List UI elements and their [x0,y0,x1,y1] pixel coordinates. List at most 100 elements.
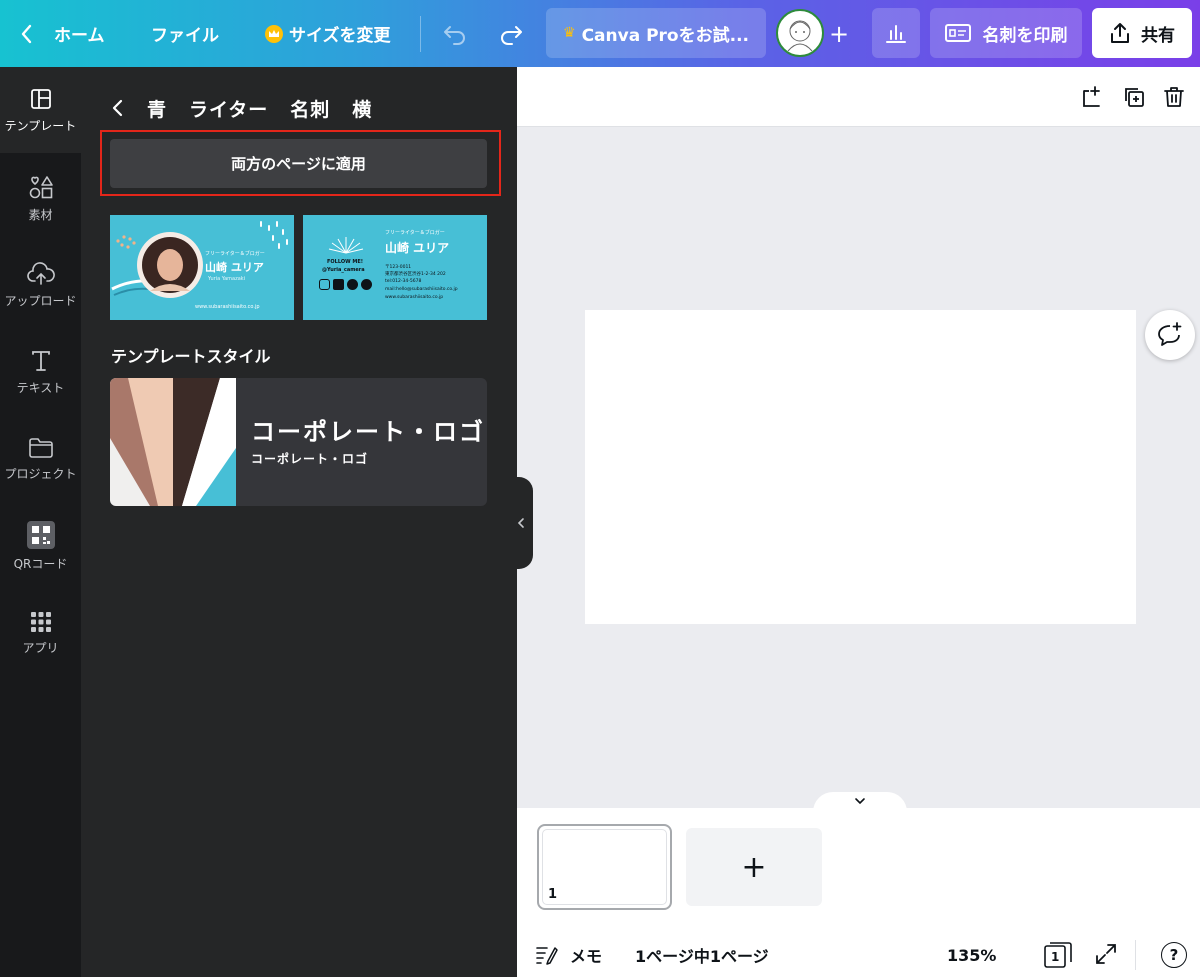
back-postal: 〒123-0011 [385,265,412,270]
page-count-badge: 1 [1051,950,1060,964]
front-name: 山崎 ユリア [205,261,264,274]
expand-icon [1096,944,1116,964]
resize-label: サイズを変更 [289,26,391,46]
twitter-icon [347,279,358,290]
breadcrumb-item: 横 [352,98,373,121]
undo-button[interactable] [442,0,468,67]
social-icons [319,279,372,290]
template-page-back[interactable]: FOLLOW ME! @Yuria_camera フリーライター＆ブロガー 山崎… [303,215,487,320]
rail-label: プロジェクト [4,466,77,481]
back-chevron-icon[interactable] [111,98,125,118]
template-page-front[interactable]: フリーライター＆ブロガー 山崎 ユリア Yuria Yamazaki www.s… [110,215,294,320]
page-toolbar [517,67,1200,127]
file-menu-button[interactable]: ファイル [151,0,219,67]
apps-icon [30,611,51,632]
design-page-canvas[interactable] [585,310,1136,624]
instagram-icon [319,279,330,290]
share-button[interactable]: 共有 [1092,8,1192,58]
zoom-level[interactable]: 135% [947,943,996,967]
collapse-panel-button[interactable] [509,477,533,569]
chevron-left-icon [517,518,524,528]
share-label: 共有 [1141,25,1175,46]
duplicate-page-icon[interactable] [1122,85,1146,109]
footer-divider [1135,940,1136,970]
delete-page-icon[interactable] [1162,85,1186,109]
expand-pages-toggle[interactable] [813,792,907,812]
undo-icon [444,25,465,45]
print-label: 名刺を印刷 [982,25,1068,46]
chevron-down-icon [855,798,865,805]
redo-icon [501,25,522,45]
template-style-card[interactable]: コーポレート・ロゴ コーポレート・ロゴ [110,378,487,506]
chevron-left-icon [21,24,32,43]
print-business-card-button[interactable]: 名刺を印刷 [930,8,1082,58]
qr-code-icon [26,520,55,549]
back-mail: mail:hello@subarashiisaito.co.jp [385,287,458,292]
home-label: ホーム [54,26,105,46]
help-icon: ? [1169,946,1179,964]
highlight-box: 両方のページに適用 [100,130,501,196]
notes-icon [536,947,558,965]
breadcrumb-item: 青 [147,98,168,121]
breadcrumb-item: ライター [189,98,269,121]
fullscreen-button[interactable] [1094,942,1118,966]
help-button[interactable]: ? [1161,942,1187,968]
top-bar: ホーム ファイル サイズを変更 ♛ Canva Proをお試... + 名刺を印… [0,0,1200,67]
redo-button[interactable] [498,0,524,67]
add-page-icon[interactable] [1080,85,1104,109]
page-thumbnail-number: 1 [548,887,558,902]
plus-icon: + [829,19,850,48]
front-romaji: Yuria Yamazaki [208,276,246,282]
add-collaborator-button[interactable]: + [829,0,849,67]
page-thumbnail-preview [542,829,667,905]
avatar-illustration [787,20,813,52]
home-button[interactable]: ホーム [20,0,105,67]
notes-button[interactable]: メモ [536,943,602,967]
template-icon [30,88,51,109]
back-name: 山崎 ユリア [385,241,450,255]
add-comment-button[interactable] [1145,310,1195,360]
add-page-button[interactable]: + [686,828,822,906]
pinterest-icon [361,279,372,290]
rail-label: アップロード [4,293,77,308]
template-panel: 青 ライター 名刺 横 両方のページに適用 フリーライター＆ブロガー 山崎 ユリ… [81,67,517,977]
rail-item-projects[interactable]: プロジェクト [0,416,81,502]
back-tel: tel:012-34-5678 [385,279,422,284]
back-handle: @Yuria_camera [322,267,365,273]
rail-label: 素材 [28,207,53,222]
pro-trial-button[interactable]: ♛ Canva Proをお試... [546,8,766,58]
facebook-icon [333,279,344,290]
style-preview-graphic [110,378,236,506]
bar-chart-icon [886,25,906,43]
rail-label: QRコード [13,556,68,571]
template-style-heading: テンプレートスタイル [111,347,271,366]
file-label: ファイル [151,26,219,46]
rail-label: テンプレート [4,118,77,133]
comment-plus-icon [1158,322,1182,346]
apply-to-both-pages-button[interactable]: 両方のページに適用 [110,139,487,188]
back-follow: FOLLOW ME! [327,259,364,265]
rail-item-template[interactable]: テンプレート [0,67,81,153]
rail-label: テキスト [16,380,65,395]
rail-label: アプリ [22,640,59,655]
breadcrumb-item: 名刺 [290,98,331,121]
rail-item-qr-code[interactable]: QRコード [0,503,81,589]
back-url: www.subarashiisaito.co.jp [385,295,444,300]
front-url: www.subarashiisaito.co.jp [195,304,260,310]
resize-button[interactable]: サイズを変更 [264,0,391,67]
rail-item-text[interactable]: テキスト [0,329,81,415]
avatar[interactable] [776,9,824,57]
rail-item-elements[interactable]: 素材 [0,155,81,241]
share-icon [1111,23,1129,43]
left-rail: テンプレート 素材 アップロード テキスト プロジェクト QRコード アプリ [0,67,81,977]
back-address: 東京都渋谷区渋谷1-2-34 202 [385,272,446,277]
rail-item-upload[interactable]: アップロード [0,242,81,328]
pro-trial-label: Canva Proをお試... [581,25,749,46]
page-count-button[interactable]: 1 [1044,942,1072,968]
crown-icon [265,24,283,43]
insights-button[interactable] [872,8,920,58]
rail-item-apps[interactable]: アプリ [0,590,81,676]
style-subtitle: コーポレート・ロゴ [251,452,369,466]
style-title: コーポレート・ロゴ [251,418,485,446]
page-thumbnail[interactable]: 1 [537,824,672,910]
